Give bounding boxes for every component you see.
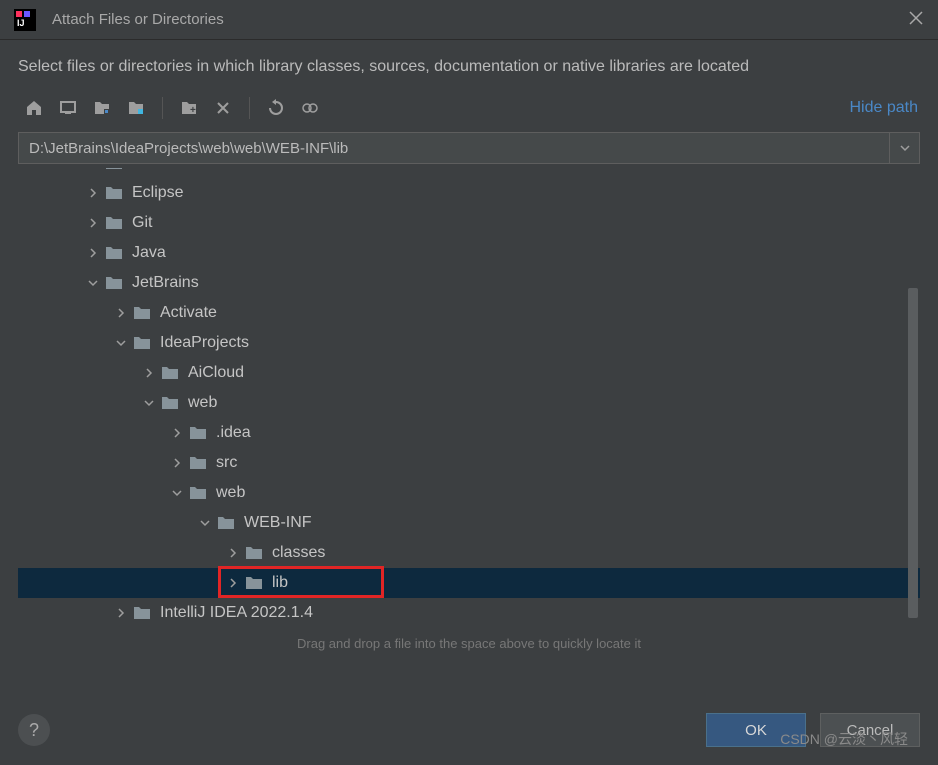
- folder-icon: [104, 245, 124, 261]
- path-input[interactable]: [19, 133, 889, 163]
- tree-item-label: IdeaProjects: [160, 334, 249, 352]
- toolbar: + Hide path: [0, 90, 938, 126]
- scrollbar[interactable]: [908, 288, 918, 618]
- delete-icon[interactable]: [207, 94, 239, 122]
- chevron-down-icon[interactable]: [114, 336, 128, 350]
- folder-icon: [104, 185, 124, 201]
- chevron-down-icon[interactable]: [142, 396, 156, 410]
- tree-item-label: Java: [132, 244, 166, 262]
- chevron-right-icon[interactable]: [170, 426, 184, 440]
- tree-item-label: web: [188, 394, 217, 412]
- desktop-icon[interactable]: [52, 94, 84, 122]
- tree-item[interactable]: web: [18, 478, 920, 508]
- module-dir-icon[interactable]: [120, 94, 152, 122]
- tree-item[interactable]: Eclipse: [18, 178, 920, 208]
- tree-item-label: Eclipse: [132, 184, 184, 202]
- tree-item-label: JetBrains: [132, 274, 199, 292]
- refresh-icon[interactable]: [260, 94, 292, 122]
- dialog-title: Attach Files or Directories: [52, 11, 908, 28]
- close-icon[interactable]: [908, 10, 924, 30]
- folder-icon: [160, 395, 180, 411]
- folder-icon: [188, 485, 208, 501]
- chevron-right-icon[interactable]: [114, 306, 128, 320]
- home-icon[interactable]: [18, 94, 50, 122]
- footer: ? OK Cancel: [18, 713, 920, 747]
- folder-icon: [188, 455, 208, 471]
- dialog-prompt: Select files or directories in which lib…: [0, 40, 938, 90]
- folder-icon: [216, 515, 236, 531]
- tree-item[interactable]: Git: [18, 208, 920, 238]
- toolbar-separator: [249, 97, 250, 119]
- toolbar-separator: [162, 97, 163, 119]
- folder-icon: [160, 365, 180, 381]
- folder-icon: [132, 335, 152, 351]
- tree-item-label: classes: [272, 544, 325, 562]
- chevron-right-icon[interactable]: [114, 606, 128, 620]
- cancel-button[interactable]: Cancel: [820, 713, 920, 747]
- tree-item[interactable]: WEB-INF: [18, 508, 920, 538]
- tree-item-label: IntelliJ IDEA 2022.1.4: [160, 604, 313, 622]
- tree-item-label: .idea: [216, 424, 251, 442]
- hide-path-link[interactable]: Hide path: [850, 99, 921, 117]
- project-dir-icon[interactable]: [86, 94, 118, 122]
- tree-item-label: Activate: [160, 304, 217, 322]
- folder-icon: [104, 215, 124, 231]
- tree-item-label: src: [216, 454, 237, 472]
- tree-item[interactable]: IntelliJ IDEA 2022.1.4: [18, 598, 920, 628]
- folder-icon: [244, 575, 264, 591]
- tree-item[interactable]: .idea: [18, 418, 920, 448]
- tree-item[interactable]: AiCloud: [18, 358, 920, 388]
- file-tree: DBeaver Eclipse Git Java JetBrains Activate Id…: [18, 168, 920, 630]
- tree-item-label: web: [216, 484, 245, 502]
- chevron-right-icon[interactable]: [170, 456, 184, 470]
- drop-hint: Drag and drop a file into the space abov…: [0, 630, 938, 667]
- tree-item-label: DBeaver: [132, 168, 194, 172]
- show-hidden-icon[interactable]: [294, 94, 326, 122]
- chevron-right-icon[interactable]: [226, 546, 240, 560]
- app-logo: IJ: [14, 9, 36, 31]
- path-dropdown-icon[interactable]: [889, 133, 919, 163]
- tree-item[interactable]: DBeaver: [18, 168, 920, 178]
- folder-icon: [104, 168, 124, 171]
- tree-item[interactable]: Activate: [18, 298, 920, 328]
- svg-text:+: +: [190, 105, 196, 116]
- chevron-right-icon[interactable]: [86, 186, 100, 200]
- svg-text:IJ: IJ: [17, 18, 25, 28]
- folder-icon: [132, 605, 152, 621]
- tree-item-label: Git: [132, 214, 152, 232]
- tree-item[interactable]: PyCharm Community Edition 2021.2.2: [18, 628, 920, 630]
- chevron-down-icon[interactable]: [86, 276, 100, 290]
- chevron-down-icon[interactable]: [198, 516, 212, 530]
- chevron-right-icon[interactable]: [142, 366, 156, 380]
- tree-item[interactable]: classes: [18, 538, 920, 568]
- tree-item-label: lib: [272, 574, 288, 592]
- path-field: [18, 132, 920, 164]
- chevron-right-icon[interactable]: [86, 168, 100, 170]
- chevron-right-icon[interactable]: [86, 216, 100, 230]
- folder-icon: [244, 545, 264, 561]
- tree-item[interactable]: src: [18, 448, 920, 478]
- tree-item[interactable]: Java: [18, 238, 920, 268]
- tree-item[interactable]: JetBrains: [18, 268, 920, 298]
- tree-item[interactable]: web: [18, 388, 920, 418]
- folder-icon: [132, 305, 152, 321]
- ok-button[interactable]: OK: [706, 713, 806, 747]
- folder-icon: [104, 275, 124, 291]
- tree-item[interactable]: lib: [18, 568, 920, 598]
- new-folder-icon[interactable]: +: [173, 94, 205, 122]
- chevron-down-icon[interactable]: [170, 486, 184, 500]
- titlebar: IJ Attach Files or Directories: [0, 0, 938, 40]
- tree-item-label: WEB-INF: [244, 514, 312, 532]
- chevron-right-icon[interactable]: [86, 246, 100, 260]
- tree-item-label: AiCloud: [188, 364, 244, 382]
- folder-icon: [188, 425, 208, 441]
- tree-item[interactable]: IdeaProjects: [18, 328, 920, 358]
- chevron-right-icon[interactable]: [226, 576, 240, 590]
- help-button[interactable]: ?: [18, 714, 50, 746]
